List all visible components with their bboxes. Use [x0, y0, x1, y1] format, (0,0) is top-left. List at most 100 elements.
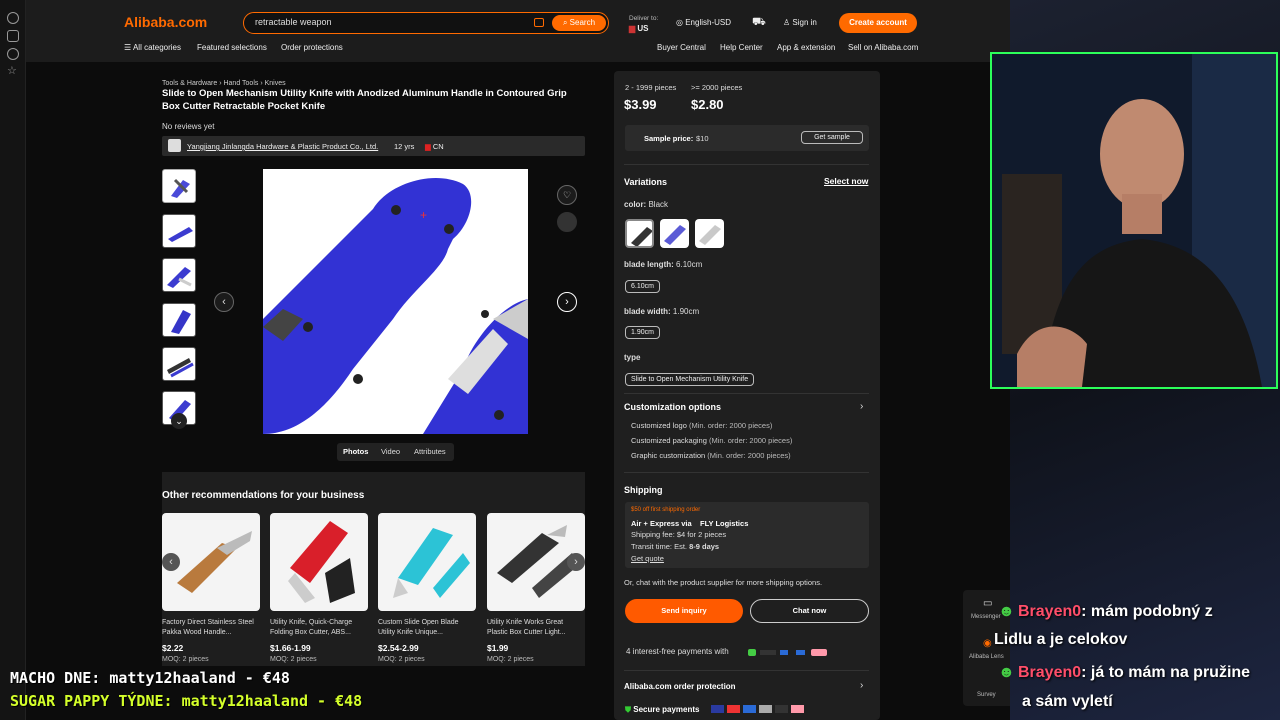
search-button[interactable]: ⌕ Search [552, 15, 606, 31]
camera-icon[interactable] [534, 18, 544, 27]
price-tier-value: $3.99 [624, 97, 657, 112]
rec-card[interactable]: Factory Direct Stainless Steel Pakka Woo… [162, 513, 260, 663]
blade-length-row: blade length: 6.10cm [624, 260, 702, 269]
swatch-knife-image [631, 227, 652, 246]
side-widget-label[interactable]: Survey [977, 692, 996, 698]
rec-card[interactable]: Custom Slide Open Blade Utility Knife Un… [378, 513, 476, 663]
lens-icon[interactable]: ◉ [983, 638, 992, 649]
payment-logo [775, 705, 788, 713]
chevron-right-icon[interactable]: › [557, 292, 577, 312]
rec-moq: MOQ: 2 pieces [487, 656, 534, 663]
cart-icon[interactable]: ⛟ [752, 16, 766, 30]
create-account-button[interactable]: Create account [839, 13, 917, 33]
media-tabs: Photos Video Attributes [337, 443, 454, 461]
svg-text:+: + [420, 208, 427, 222]
chat-message: : mám podobný z [1081, 603, 1213, 620]
get-sample-button[interactable]: Get sample [801, 131, 863, 144]
chevron-left-icon[interactable]: ‹ [214, 292, 234, 312]
chevron-right-icon[interactable]: › [860, 680, 863, 691]
chat-line: Lidlu a je celokov [994, 631, 1128, 648]
bookmark-icon[interactable] [7, 30, 19, 42]
heart-icon[interactable]: ♡ [557, 185, 577, 205]
thumbnail[interactable] [162, 258, 196, 292]
globe-icon: ◎ [676, 18, 686, 27]
tab-photos[interactable]: Photos [343, 447, 368, 456]
sign-in-link[interactable]: ♙ Sign in [783, 18, 817, 27]
tab-attributes[interactable]: Attributes [414, 447, 446, 456]
payment-logo [796, 650, 805, 655]
nav-app-extension[interactable]: App & extension [777, 43, 835, 52]
browser-side-rail: ☆ [0, 0, 26, 720]
clock-icon[interactable] [7, 48, 19, 60]
nav-label: All categories [132, 43, 181, 52]
breadcrumb-item[interactable]: Knives [265, 80, 286, 87]
thumbnail[interactable] [162, 303, 196, 337]
chat-message: : já to mám na pružine [1081, 664, 1251, 681]
breadcrumb-item[interactable]: Hand Tools [223, 80, 258, 87]
search-bar[interactable]: retractable weapon ⌕ Search [243, 12, 609, 34]
deliver-country: US [637, 24, 649, 33]
search-input[interactable]: retractable weapon [255, 17, 332, 27]
nav-help-center[interactable]: Help Center [720, 43, 763, 52]
language-label: English-USD [685, 18, 731, 27]
alibaba-logo[interactable]: Alibaba.com [124, 14, 207, 30]
send-inquiry-button[interactable]: Send inquiry [625, 599, 743, 623]
payment-logo [760, 650, 776, 655]
main-product-image[interactable]: + [263, 169, 528, 434]
supplier-name-link[interactable]: Yangjiang Jinlangda Hardware & Plastic P… [187, 142, 378, 151]
method-prefix: Air + Express via [631, 519, 692, 528]
nav-sell[interactable]: Sell on Alibaba.com [848, 43, 918, 52]
blade-width-row: blade width: 1.90cm [624, 307, 699, 316]
webcam-frame [990, 52, 1278, 389]
color-swatch-black[interactable] [625, 219, 654, 248]
tab-video[interactable]: Video [381, 447, 400, 456]
get-quote-link[interactable]: Get quote [631, 554, 664, 563]
shield-icon: ⛊ [625, 705, 634, 714]
blade-width-option[interactable]: 1.90cm [625, 326, 660, 339]
color-swatch-blue[interactable] [660, 219, 689, 248]
share-icon[interactable] [557, 212, 577, 232]
supplier-years: 12 yrs [394, 142, 415, 151]
language-selector[interactable]: ◎ English-USD [676, 18, 731, 27]
custom-note: (Min. order: 2000 pieces) [688, 421, 773, 430]
rec-prev-chevron-left-icon[interactable]: ‹ [162, 553, 180, 571]
payment-logo [711, 705, 724, 713]
chat-username: Brayen0 [1018, 603, 1082, 620]
rec-card[interactable]: Utility Knife, Quick-Charge Folding Box … [270, 513, 368, 663]
thumbnail[interactable] [162, 347, 196, 381]
custom-note: (Min. order: 2000 pieces) [708, 436, 793, 445]
color-swatch-silver[interactable] [695, 219, 724, 248]
history-icon[interactable] [7, 12, 19, 24]
thumbnail[interactable] [162, 169, 196, 203]
nav-buyer-central[interactable]: Buyer Central [657, 43, 706, 52]
blade-length-option[interactable]: 6.10cm [625, 280, 660, 293]
rec-card[interactable]: Utility Knife Works Great Plastic Box Cu… [487, 513, 585, 663]
thumbnail[interactable] [162, 214, 196, 248]
search-icon: ⌕ [562, 18, 570, 27]
rec-moq: MOQ: 2 pieces [270, 656, 317, 663]
side-widget-label[interactable]: Alibaba Lens [969, 654, 1004, 660]
shipping-box: $50 off first shipping order Air + Expre… [625, 502, 869, 568]
nav-all-categories[interactable]: ☰ All categories [124, 43, 181, 52]
nav-order-protections[interactable]: Order protections [281, 43, 343, 52]
supplier-logo [168, 139, 181, 152]
order-protection-heading: Alibaba.com order protection [624, 682, 736, 691]
rec-next-chevron-right-icon[interactable]: › [567, 553, 585, 571]
message-icon[interactable]: ▭ [983, 598, 992, 609]
deliver-to-value[interactable]: ▆ US [629, 24, 649, 33]
divider [624, 670, 869, 671]
thumbnail-knife-image [168, 227, 193, 242]
chevron-down-icon[interactable]: ⌄ [171, 413, 187, 429]
supplier-country: ▆ CN [425, 142, 444, 151]
chevron-right-icon[interactable]: › [860, 401, 863, 412]
select-now-link[interactable]: Select now [824, 176, 868, 186]
star-icon[interactable]: ☆ [7, 64, 17, 77]
rec-image [378, 513, 476, 611]
color-value: Black [648, 200, 669, 209]
side-widget-label[interactable]: Messenger [971, 614, 1001, 620]
type-option[interactable]: Slide to Open Mechanism Utility Knife [625, 373, 755, 386]
chat-now-button[interactable]: Chat now [750, 599, 869, 623]
breadcrumb-item[interactable]: Tools & Hardware [162, 80, 217, 87]
nav-featured-selections[interactable]: Featured selections [197, 43, 267, 52]
custom-name: Graphic customization [631, 451, 706, 460]
